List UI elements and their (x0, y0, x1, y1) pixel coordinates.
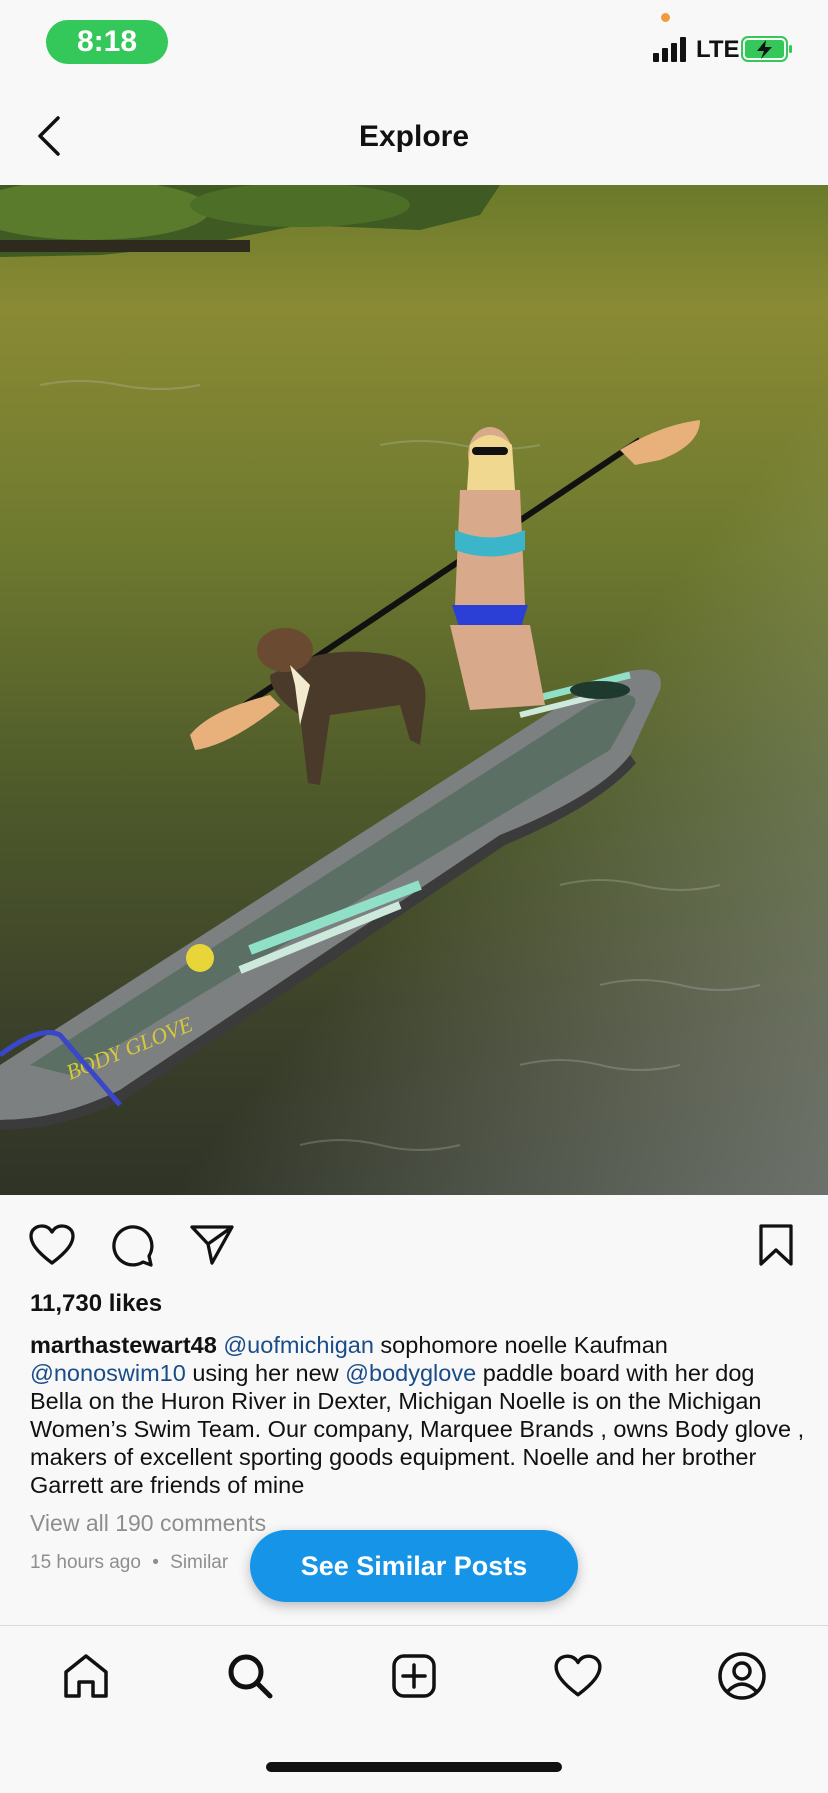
caption-username[interactable]: marthastewart48 (30, 1332, 217, 1358)
tab-profile[interactable] (714, 1648, 770, 1704)
send-icon (190, 1225, 234, 1265)
comment-icon (112, 1225, 154, 1267)
home-indicator[interactable] (266, 1762, 562, 1772)
privacy-indicator-dot (661, 13, 670, 22)
caption-text: sophomore noelle Kaufman (373, 1332, 668, 1358)
tab-create[interactable] (386, 1648, 442, 1704)
network-type: LTE (696, 36, 740, 63)
nav-header: Explore (0, 90, 828, 186)
profile-icon (718, 1652, 766, 1700)
post-actions (0, 1215, 828, 1271)
post-photo[interactable]: BODY GLOVE (0, 185, 828, 1195)
paddleboard-photo: BODY GLOVE (0, 185, 828, 1195)
post-caption: marthastewart48 @uofmichigan sophomore n… (30, 1331, 805, 1499)
caption-mention[interactable]: @bodyglove (345, 1360, 476, 1386)
post-meta: 15 hours ago • Similar (30, 1552, 228, 1574)
activity-heart-icon (554, 1654, 602, 1697)
bookmark-icon (759, 1224, 793, 1266)
page-title: Explore (358, 120, 470, 153)
caption-mention[interactable]: @nonoswim10 (30, 1360, 186, 1386)
caption-mention[interactable]: @uofmichigan (223, 1332, 374, 1358)
share-button[interactable] (186, 1219, 238, 1271)
post-time: 15 hours ago (30, 1552, 141, 1573)
status-time: 8:18 (46, 20, 168, 64)
caption-text: using her new (185, 1360, 346, 1386)
heart-icon (29, 1224, 75, 1265)
see-similar-posts-button[interactable]: See Similar Posts (250, 1530, 578, 1602)
add-post-icon (392, 1654, 436, 1698)
tab-activity[interactable] (550, 1648, 606, 1704)
comment-button[interactable] (106, 1219, 158, 1271)
save-button[interactable] (750, 1219, 802, 1271)
like-button[interactable] (26, 1219, 78, 1271)
signal-icon (653, 36, 691, 62)
meta-separator: • (152, 1552, 159, 1573)
tab-search[interactable] (222, 1648, 278, 1704)
status-bar: 8:18 LTE (0, 0, 828, 90)
search-icon (228, 1654, 273, 1699)
likes-count[interactable]: 11,730 likes (30, 1290, 162, 1318)
home-icon (64, 1654, 108, 1698)
view-comments-link[interactable]: View all 190 comments (30, 1510, 266, 1537)
battery-charging-icon (741, 36, 792, 62)
tab-home[interactable] (58, 1648, 114, 1704)
similar-link[interactable]: Similar (170, 1552, 228, 1573)
